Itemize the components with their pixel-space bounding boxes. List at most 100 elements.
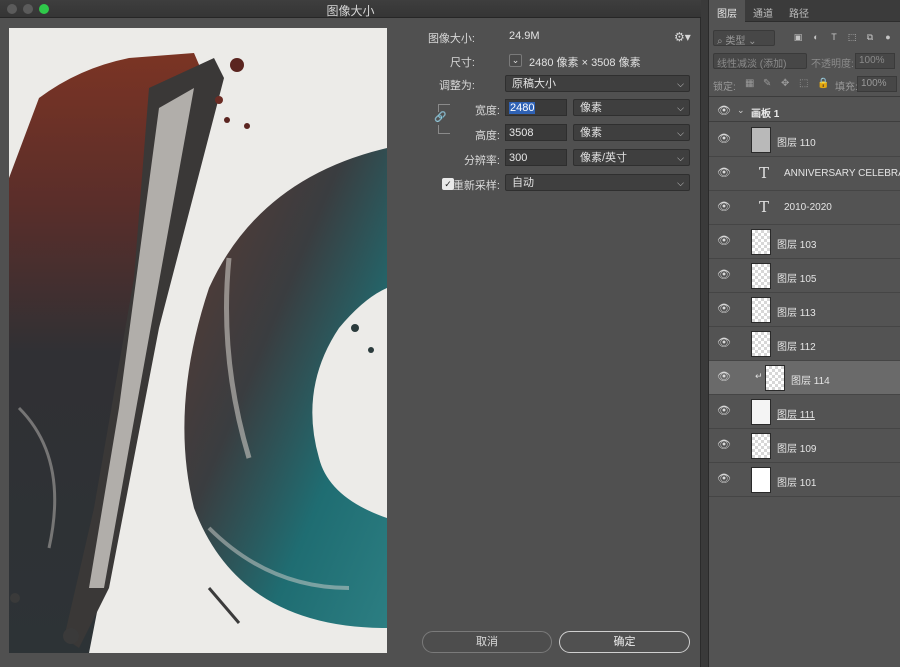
- layer-thumbnail: [751, 263, 771, 289]
- resolution-input[interactable]: 300: [505, 149, 567, 166]
- ok-button[interactable]: 确定: [559, 631, 690, 653]
- image-filter-icon[interactable]: ▣: [793, 32, 803, 42]
- filter-type-select[interactable]: ⌕ 类型 ⌄: [713, 30, 775, 47]
- filter-toggle-icon[interactable]: ●: [883, 32, 893, 42]
- eye-icon[interactable]: 👁: [717, 236, 731, 247]
- layer-thumbnail: [751, 433, 771, 459]
- blend-mode-value: 线性减淡 (添加): [717, 59, 787, 70]
- layer-name: 2010-2020: [784, 202, 832, 213]
- smart-object-filter-icon[interactable]: ⧉: [865, 32, 875, 42]
- eye-icon[interactable]: 👁: [717, 202, 731, 213]
- layer-name: 图层 112: [777, 342, 816, 353]
- layer-row[interactable]: 👁 图层 111: [709, 395, 900, 429]
- layer-row[interactable]: 👁 图层 110: [709, 123, 900, 157]
- layer-thumbnail: [751, 331, 771, 357]
- resample-value: 自动: [512, 177, 534, 189]
- tab-channels[interactable]: 通道: [745, 0, 781, 22]
- eye-icon[interactable]: 👁: [717, 440, 731, 451]
- chevron-down-icon: ⌵: [677, 128, 684, 138]
- artboard-group-row[interactable]: 👁 ⌄ 画板 1: [709, 100, 900, 122]
- fit-to-label: 调整为:: [438, 80, 475, 92]
- layer-thumbnail: [751, 297, 771, 323]
- image-preview[interactable]: [9, 28, 387, 653]
- layer-name: ANNIVERSARY CELEBRAT: [784, 168, 900, 179]
- shape-filter-icon[interactable]: ⬚: [847, 32, 857, 42]
- artwork-preview: [9, 28, 387, 653]
- cancel-button[interactable]: 取消: [422, 631, 552, 653]
- eye-icon[interactable]: 👁: [717, 372, 731, 383]
- clipping-mask-icon: ↵: [755, 371, 763, 381]
- lock-transparency-icon[interactable]: ▦: [745, 78, 754, 89]
- lock-position-icon[interactable]: ✥: [781, 78, 789, 89]
- resolution-unit-select[interactable]: 像素/英寸 ⌵: [573, 149, 690, 166]
- dimensions-value: 2480 像素 × 3508 像素: [529, 57, 641, 69]
- height-unit: 像素: [580, 127, 602, 139]
- divider: [709, 96, 900, 97]
- fill-input[interactable]: 100%: [857, 76, 897, 92]
- height-unit-select[interactable]: 像素 ⌵: [573, 124, 690, 141]
- tab-paths[interactable]: 路径: [781, 0, 817, 22]
- image-size-dialog: 图像大小 图像大小: 24.9M ⚙▾ 尺寸: ⌄ 2480 像素 × 3508…: [0, 0, 701, 667]
- image-size-value: 24.9M: [509, 30, 540, 42]
- chevron-down-icon: ⌵: [677, 103, 684, 113]
- layer-row[interactable]: 👁 T ANNIVERSARY CELEBRAT: [709, 157, 900, 191]
- layer-name: 图层 113: [777, 308, 816, 319]
- title-bar: 图像大小: [0, 0, 701, 18]
- fit-to-select[interactable]: 原稿大小 ⌵: [505, 75, 690, 92]
- layer-row[interactable]: 👁 T 2010-2020: [709, 191, 900, 225]
- dialog-title: 图像大小: [326, 4, 375, 18]
- eye-icon[interactable]: 👁: [717, 338, 731, 349]
- layer-thumbnail: [751, 467, 771, 493]
- layer-name: 图层 105: [777, 274, 817, 285]
- gear-icon[interactable]: ⚙▾: [674, 30, 691, 44]
- width-unit: 像素: [580, 102, 602, 114]
- layer-row[interactable]: 👁 图层 112: [709, 327, 900, 361]
- eye-icon[interactable]: 👁: [717, 406, 731, 417]
- blend-mode-select[interactable]: 线性减淡 (添加): [713, 53, 807, 70]
- eye-icon[interactable]: 👁: [717, 304, 731, 315]
- dimensions-dropdown-icon[interactable]: ⌄: [509, 54, 522, 67]
- layer-row[interactable]: 👁 图层 105: [709, 259, 900, 293]
- layer-row[interactable]: 👁 图层 103: [709, 225, 900, 259]
- lock-artboard-icon[interactable]: ⬚: [799, 78, 808, 89]
- eye-icon[interactable]: 👁: [717, 474, 731, 485]
- resample-select[interactable]: 自动 ⌵: [505, 174, 690, 191]
- layer-thumbnail: [765, 365, 785, 391]
- resolution-unit: 像素/英寸: [580, 152, 628, 164]
- resolution-value: 300: [509, 152, 528, 164]
- eye-icon[interactable]: 👁: [717, 270, 731, 281]
- eye-icon[interactable]: 👁: [717, 106, 731, 117]
- eye-icon[interactable]: 👁: [717, 134, 731, 145]
- lock-label: 锁定:: [713, 82, 736, 93]
- layers-panel: 图层 通道 路径 ⌕ 类型 ⌄ ▣ ◐ T ⬚ ⧉ ● 线性减淡 (添加) 不透…: [708, 0, 900, 667]
- layer-name: 图层 111: [777, 410, 815, 421]
- lock-row: 锁定: ▦ ✎ ✥ ⬚ 🔒 填充: 100%: [713, 76, 899, 94]
- opacity-label: 不透明度:: [811, 59, 854, 70]
- layer-row[interactable]: 👁 ↵ 图层 114: [709, 361, 900, 395]
- chevron-down-icon[interactable]: ⌄: [737, 105, 745, 116]
- width-input[interactable]: 2480: [505, 99, 567, 116]
- layer-name: 图层 103: [777, 240, 817, 251]
- adjustment-filter-icon[interactable]: ◐: [811, 32, 821, 42]
- chevron-down-icon: ⌵: [677, 153, 684, 163]
- opacity-input[interactable]: 100%: [855, 53, 895, 69]
- width-unit-select[interactable]: 像素 ⌵: [573, 99, 690, 116]
- height-input[interactable]: 3508: [505, 124, 567, 141]
- lock-all-icon[interactable]: 🔒: [817, 78, 829, 89]
- height-value: 3508: [509, 127, 534, 139]
- lock-image-icon[interactable]: ✎: [763, 78, 771, 89]
- layer-row[interactable]: 👁 图层 113: [709, 293, 900, 327]
- width-label: 宽度:: [474, 105, 500, 117]
- text-filter-icon[interactable]: T: [829, 32, 839, 42]
- panel-tabs: 图层 通道 路径: [709, 0, 900, 22]
- tab-layers[interactable]: 图层: [709, 0, 745, 22]
- layer-thumbnail: [751, 127, 771, 153]
- layer-row[interactable]: 👁 图层 109: [709, 429, 900, 463]
- layer-name: 图层 110: [777, 138, 816, 149]
- layer-row[interactable]: 👁 图层 101: [709, 463, 900, 497]
- eye-icon[interactable]: 👁: [717, 168, 731, 179]
- fit-to-value: 原稿大小: [512, 78, 556, 90]
- text-layer-icon: T: [759, 198, 770, 216]
- layer-name: 图层 109: [777, 444, 817, 455]
- layer-filter-row: ⌕ 类型 ⌄ ▣ ◐ T ⬚ ⧉ ●: [713, 30, 899, 48]
